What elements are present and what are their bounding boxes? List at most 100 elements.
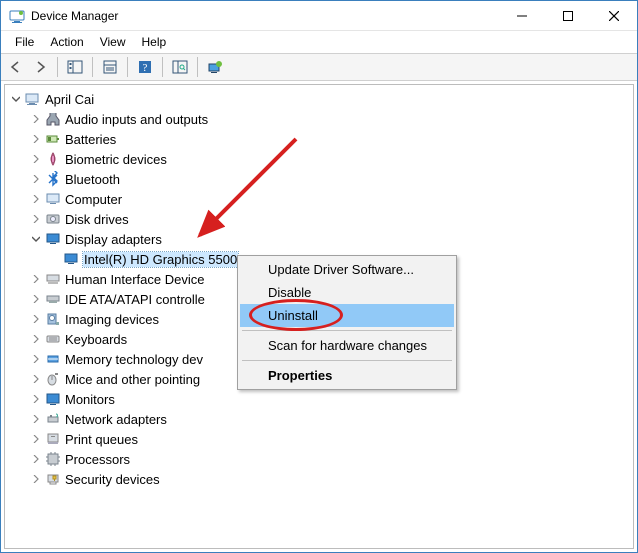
category-node[interactable]: Audio inputs and outputs [25,109,633,129]
update-driver-button[interactable] [204,56,226,78]
category-node[interactable]: Disk drives [25,209,633,229]
category-label: Mice and other pointing [65,372,200,387]
category-icon [45,151,61,167]
chevron-right-icon[interactable] [29,392,43,406]
toolbar-separator [197,57,198,77]
toolbar: ? [1,53,637,81]
context-menu-item[interactable]: Properties [240,364,454,387]
context-menu-item[interactable]: Scan for hardware changes [240,334,454,357]
chevron-right-icon[interactable] [29,452,43,466]
category-node[interactable]: Print queues [25,429,633,449]
chevron-right-icon[interactable] [29,272,43,286]
close-button[interactable] [591,1,637,31]
category-label: Display adapters [65,232,162,247]
properties-button[interactable] [99,56,121,78]
menu-view[interactable]: View [92,33,134,51]
context-menu-item[interactable]: Update Driver Software... [240,258,454,281]
maximize-button[interactable] [545,1,591,31]
context-menu-separator [242,360,452,361]
chevron-right-icon[interactable] [29,152,43,166]
category-icon [45,231,61,247]
category-icon [45,411,61,427]
device-label: Intel(R) HD Graphics 5500 [83,252,238,267]
chevron-down-icon[interactable] [9,92,23,106]
chevron-right-icon[interactable] [29,352,43,366]
category-label: Processors [65,452,130,467]
chevron-right-icon[interactable] [29,172,43,186]
category-icon [45,111,61,127]
category-node[interactable]: Batteries [25,129,633,149]
root-label: April Cai [45,92,94,107]
category-icon [45,351,61,367]
category-icon [45,211,61,227]
chevron-right-icon[interactable] [29,412,43,426]
menu-action[interactable]: Action [42,33,91,51]
root-node[interactable]: April Cai [5,89,633,109]
category-label: Monitors [65,392,115,407]
chevron-right-icon[interactable] [29,472,43,486]
chevron-right-icon[interactable] [29,372,43,386]
chevron-right-icon[interactable] [29,132,43,146]
category-label: Memory technology dev [65,352,203,367]
category-icon [45,171,61,187]
toolbar-separator [127,57,128,77]
context-menu-item[interactable]: Disable [240,281,454,304]
category-icon [45,311,61,327]
back-button[interactable] [5,56,27,78]
category-icon [45,471,61,487]
category-icon [45,451,61,467]
category-icon [45,391,61,407]
chevron-right-icon[interactable] [29,112,43,126]
category-node[interactable]: Display adapters [25,229,633,249]
category-node[interactable]: Computer [25,189,633,209]
category-label: Computer [65,192,122,207]
chevron-right-icon[interactable] [29,212,43,226]
help-button[interactable]: ? [134,56,156,78]
chevron-right-icon[interactable] [29,192,43,206]
category-node[interactable]: Biometric devices [25,149,633,169]
chevron-right-icon[interactable] [29,292,43,306]
titlebar: Device Manager [1,1,637,31]
context-menu: Update Driver Software...DisableUninstal… [237,255,457,390]
category-icon [45,291,61,307]
menubar: File Action View Help [1,31,637,53]
category-label: Keyboards [65,332,127,347]
chevron-right-icon[interactable] [29,312,43,326]
category-label: Disk drives [65,212,129,227]
category-node[interactable]: Monitors [25,389,633,409]
svg-text:?: ? [143,62,148,74]
category-node[interactable]: Bluetooth [25,169,633,189]
category-label: Bluetooth [65,172,120,187]
chevron-right-icon[interactable] [29,332,43,346]
category-node[interactable]: Security devices [25,469,633,489]
category-label: Imaging devices [65,312,159,327]
category-label: Security devices [65,472,160,487]
scan-hardware-button[interactable] [169,56,191,78]
context-menu-separator [242,330,452,331]
category-label: Batteries [65,132,116,147]
device-tree[interactable]: April Cai Audio inputs and outputs Batter… [4,84,634,549]
category-label: IDE ATA/ATAPI controlle [65,292,205,307]
minimize-button[interactable] [499,1,545,31]
category-icon [45,431,61,447]
context-menu-item[interactable]: Uninstall [240,304,454,327]
category-label: Network adapters [65,412,167,427]
menu-help[interactable]: Help [134,33,175,51]
category-label: Biometric devices [65,152,167,167]
category-icon [45,331,61,347]
show-hide-console-tree-button[interactable] [64,56,86,78]
toolbar-separator [92,57,93,77]
window-title: Device Manager [31,9,118,23]
device-manager-window: Device Manager File Action View Help [0,0,638,553]
category-label: Audio inputs and outputs [65,112,208,127]
category-node[interactable]: Network adapters [25,409,633,429]
app-icon [9,8,25,24]
category-icon [45,271,61,287]
display-adapter-icon [63,251,79,267]
chevron-right-icon[interactable] [29,432,43,446]
forward-button[interactable] [29,56,51,78]
chevron-down-icon[interactable] [29,232,43,246]
category-node[interactable]: Processors [25,449,633,469]
category-icon [45,371,61,387]
menu-file[interactable]: File [7,33,42,51]
